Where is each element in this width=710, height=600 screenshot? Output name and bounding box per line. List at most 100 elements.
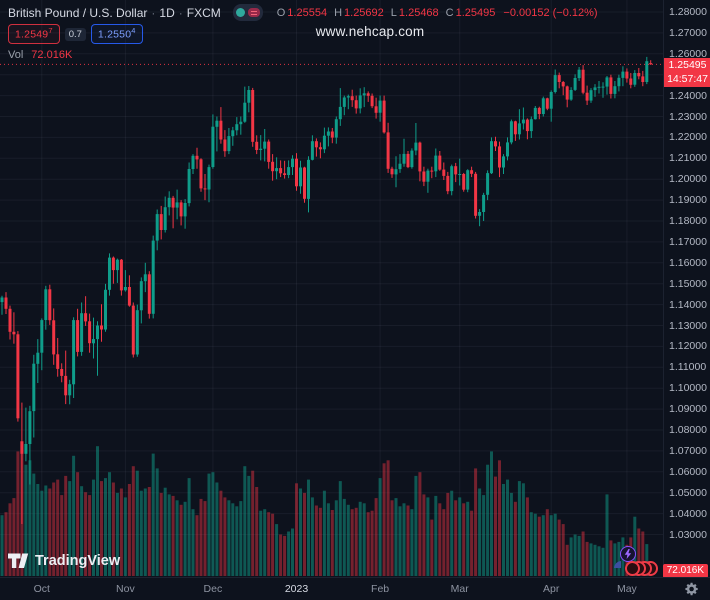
tradingview-logo-text: TradingView (35, 553, 120, 569)
price-tick-label: 1.19000 (669, 194, 707, 206)
interval-label[interactable]: 1D (159, 6, 174, 20)
candle-body (5, 298, 8, 309)
candle-body (454, 166, 457, 174)
exchange-label[interactable]: FXCM (187, 6, 221, 20)
volume-bar (132, 466, 135, 576)
volume-bar (430, 520, 433, 576)
volume-bar (243, 466, 246, 576)
candle-body (9, 309, 12, 332)
volume-bar (315, 506, 318, 577)
candle-body (172, 198, 175, 208)
volume-bar (590, 543, 593, 576)
candle-body (104, 290, 107, 330)
volume-bar (196, 515, 199, 576)
candle-body (319, 147, 322, 149)
candle-body (466, 170, 469, 189)
volume-bar (434, 496, 437, 576)
volume-bar (152, 454, 155, 576)
flag-stack-icon[interactable] (614, 561, 658, 577)
volume-bar (566, 545, 569, 576)
buy-sell-panel-toggle[interactable] (233, 4, 263, 21)
price-tick-label: 1.14000 (669, 299, 707, 311)
candle-body (450, 166, 453, 191)
candle-body (144, 274, 147, 281)
volume-bar (331, 510, 334, 576)
change-value: −0.00152 (−0.12%) (503, 7, 597, 19)
volume-bar (458, 497, 461, 576)
volume-bar (339, 481, 342, 576)
volume-bar (506, 480, 509, 576)
candle-body (303, 168, 306, 199)
volume-bar (275, 524, 278, 576)
volume-bar (239, 501, 242, 576)
candle-body (574, 78, 577, 90)
time-tick-label: Apr (543, 583, 559, 595)
candle-body (395, 169, 398, 174)
open-label: O (277, 7, 286, 19)
volume-bar (438, 503, 441, 576)
tradingview-logo[interactable]: TradingView (8, 552, 120, 569)
candle-body (44, 289, 47, 320)
candle-body (231, 130, 234, 136)
volume-bar (367, 512, 370, 576)
volume-bar (446, 493, 449, 576)
candle-body (426, 171, 429, 182)
volume-bar (208, 474, 211, 576)
price-tick-label: 1.04000 (669, 508, 707, 520)
candle-body (24, 444, 27, 454)
candle-body (494, 141, 497, 146)
candle-body (530, 119, 533, 131)
candle-body (132, 306, 135, 355)
candle-body (200, 159, 203, 188)
candle-body (474, 174, 477, 216)
volume-bar (235, 506, 238, 576)
price-tick-label: 1.08000 (669, 424, 707, 436)
volume-bar (263, 509, 266, 576)
volume-bar (454, 500, 457, 576)
chart-canvas[interactable] (0, 0, 663, 577)
candle-body (594, 87, 597, 90)
volume-bar (586, 542, 589, 576)
candle-body (482, 195, 485, 212)
candle-body (522, 120, 525, 124)
candle-body (526, 120, 529, 132)
candle-body (446, 176, 449, 191)
sell-button[interactable]: 1.25497 (8, 24, 60, 44)
volume-bar (407, 506, 410, 577)
candle-body (442, 170, 445, 176)
candle-body (291, 159, 294, 167)
volume-bar (526, 497, 529, 576)
volume-bar (351, 509, 354, 576)
candle-body (1, 298, 4, 303)
candle-body (625, 72, 628, 79)
symbol-title[interactable]: British Pound / U.S. Dollar (8, 6, 147, 20)
time-axis[interactable]: OctNovDec2023FebMarAprMay (0, 577, 710, 600)
volume-bar (299, 489, 302, 577)
chart-legend: British Pound / U.S. Dollar · 1D · FXCM … (8, 5, 598, 61)
candle-body (351, 96, 354, 100)
volume-bar (383, 463, 386, 576)
price-axis[interactable]: 1.25495 14:57:47 72.016K 1.280001.270001… (663, 0, 710, 577)
candle-body (410, 151, 413, 168)
low-value: 1.25468 (399, 7, 439, 19)
gear-icon[interactable] (685, 582, 699, 596)
volume-bar (578, 536, 581, 576)
candle-body (251, 90, 254, 142)
sell-dot-icon (236, 8, 245, 17)
candle-body (478, 212, 481, 216)
candle-body (32, 364, 35, 411)
candle-body (235, 124, 238, 130)
candle-body (299, 168, 302, 187)
candle-body (148, 274, 151, 314)
candle-body (602, 87, 605, 88)
candle-body (379, 101, 382, 113)
candle-body (267, 142, 270, 162)
buy-button[interactable]: 1.25504 (91, 24, 143, 44)
volume-bar (422, 494, 425, 576)
price-tick-label: 1.17000 (669, 236, 707, 248)
price-tick-label: 1.06000 (669, 466, 707, 478)
volume-bar (327, 503, 330, 576)
price-tick-label: 1.18000 (669, 215, 707, 227)
volume-bar (188, 478, 191, 576)
lightning-icon[interactable] (620, 546, 636, 562)
